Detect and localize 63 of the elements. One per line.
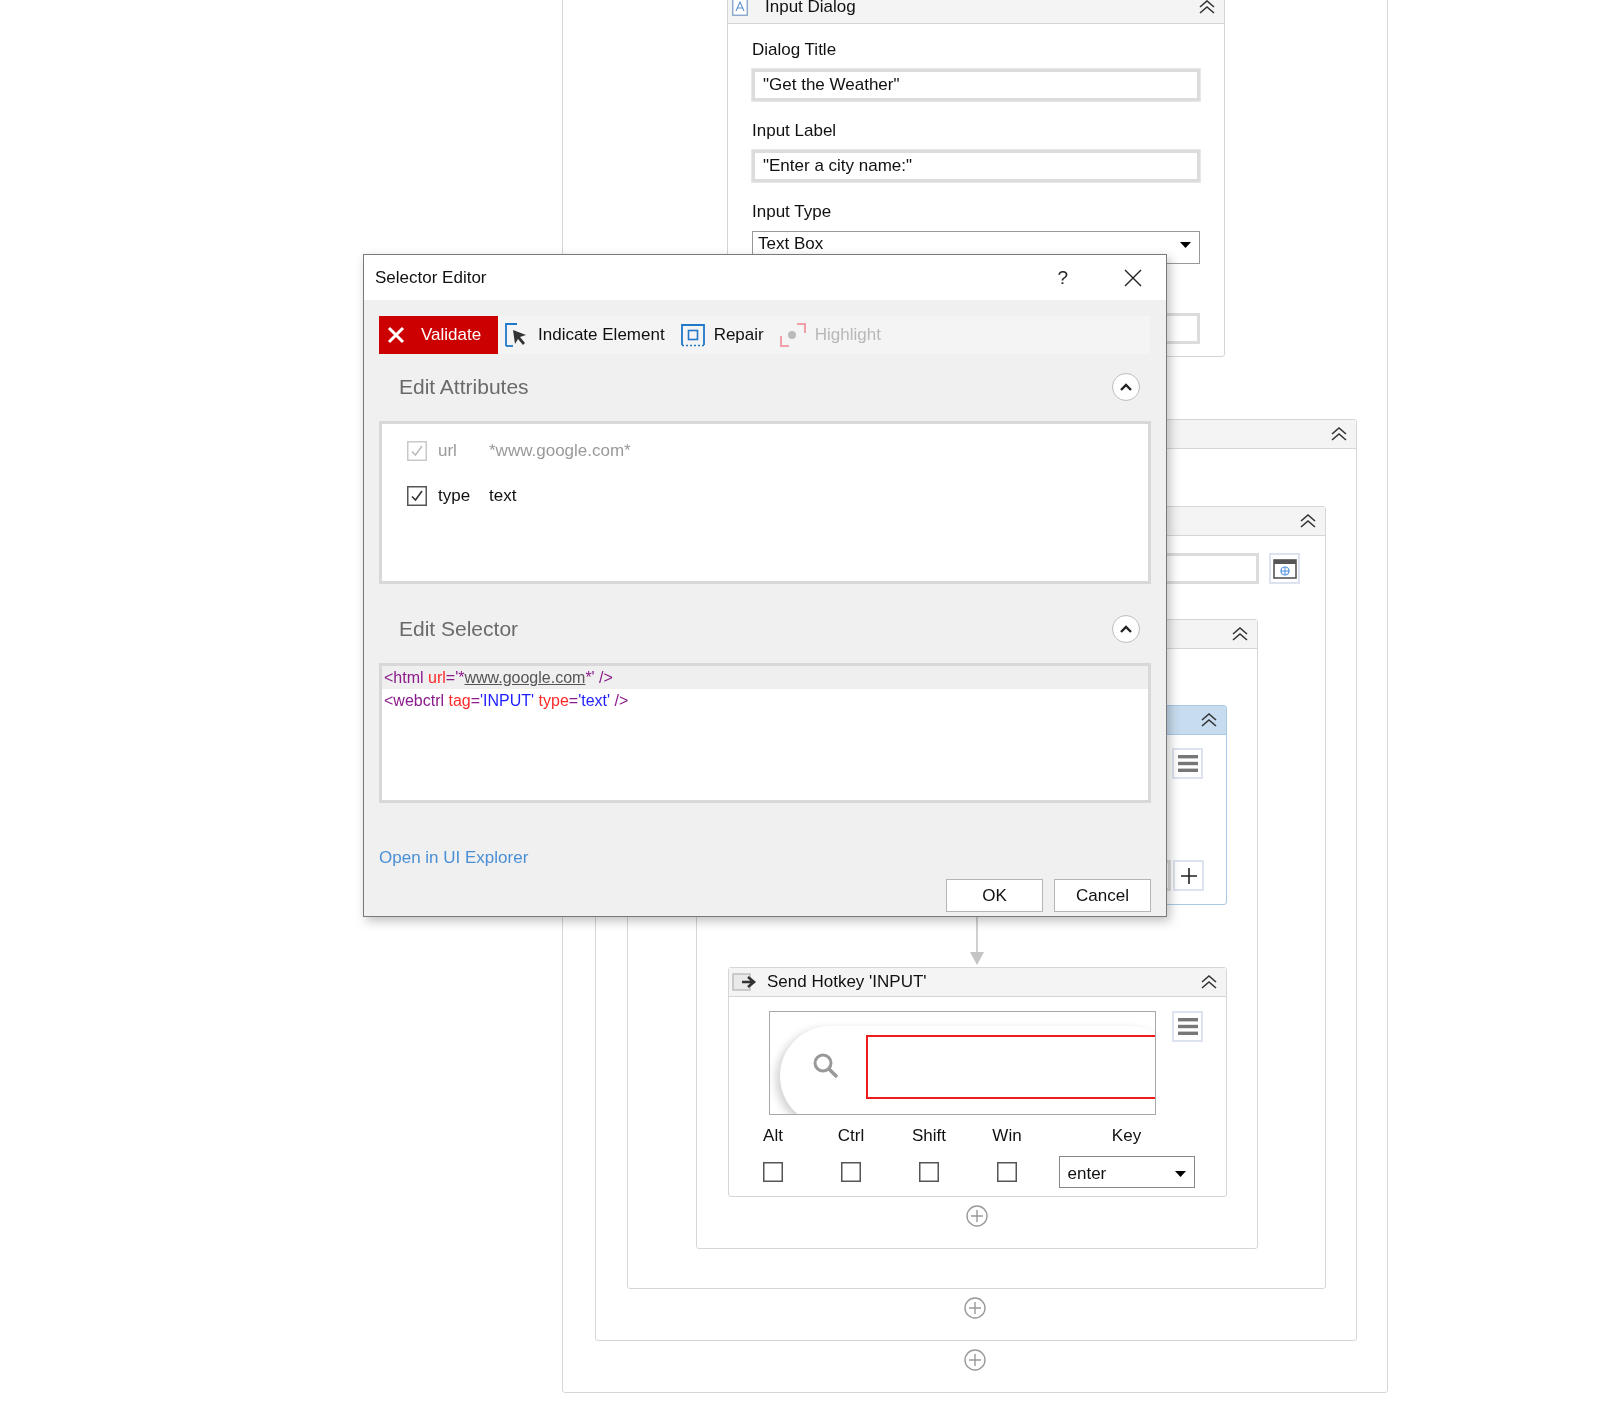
collapse-icon[interactable] bbox=[1200, 712, 1218, 728]
field-label: Input Label bbox=[752, 121, 838, 141]
add-button[interactable] bbox=[1173, 860, 1204, 891]
collapse-icon[interactable] bbox=[1299, 513, 1317, 529]
menu-button[interactable] bbox=[1172, 1011, 1203, 1042]
chevron-up-icon bbox=[1120, 383, 1132, 391]
menu-icon bbox=[1177, 1018, 1198, 1035]
collapse-icon[interactable] bbox=[1200, 974, 1218, 990]
dialog-button[interactable]: Cancel bbox=[1054, 879, 1151, 912]
selector-line: <webctrl tag='INPUT' type='text' /> bbox=[383, 691, 630, 711]
connector-arrow bbox=[970, 917, 984, 965]
add-icon[interactable] bbox=[966, 1205, 988, 1227]
selector-editor-box[interactable]: <html url='*www.google.com*' /> <webctrl tag='INPUT' type='text' /> bbox=[379, 663, 1151, 803]
toolbar-button[interactable]: Repair bbox=[680, 316, 764, 354]
checkbox[interactable] bbox=[997, 1162, 1017, 1182]
caret-icon bbox=[1180, 242, 1191, 248]
dialog-title: Selector Editor bbox=[375, 267, 488, 288]
close-icon bbox=[387, 326, 405, 344]
validate-button[interactable]: Validate bbox=[379, 316, 498, 354]
browser-button[interactable] bbox=[1269, 553, 1300, 584]
plus-icon bbox=[1180, 867, 1197, 884]
attribute-value: *www.google.com* bbox=[489, 441, 631, 461]
activity-title: Input Dialog bbox=[765, 0, 857, 17]
checkbox[interactable] bbox=[919, 1162, 939, 1182]
attribute-value: text bbox=[489, 486, 517, 506]
close-icon[interactable] bbox=[1124, 268, 1142, 287]
checkbox[interactable] bbox=[407, 486, 427, 506]
key-label: Key bbox=[1111, 1126, 1142, 1146]
checkbox[interactable] bbox=[841, 1162, 861, 1182]
modifier-label: Alt bbox=[763, 1126, 783, 1146]
dialog-button[interactable]: OK bbox=[946, 879, 1043, 912]
toolbar-button[interactable]: Indicate Element bbox=[505, 316, 665, 354]
modifier-label: Ctrl bbox=[837, 1126, 865, 1146]
field-label: Dialog Title bbox=[752, 40, 838, 60]
collapse-icon[interactable] bbox=[1198, 0, 1216, 15]
help-button[interactable]: ? bbox=[1057, 266, 1068, 289]
attribute-name: url bbox=[438, 441, 458, 461]
activity-title: Send Hotkey 'INPUT' bbox=[767, 972, 928, 992]
search-icon bbox=[812, 1052, 840, 1080]
modifier-label: Shift bbox=[912, 1126, 946, 1146]
collapse-icon[interactable] bbox=[1231, 626, 1249, 642]
checkbox[interactable] bbox=[763, 1162, 783, 1182]
section-title: Edit Attributes bbox=[399, 375, 529, 399]
menu-button[interactable] bbox=[1172, 748, 1203, 779]
chevron-up-icon bbox=[1120, 625, 1132, 633]
attribute-name: type bbox=[438, 486, 472, 506]
key-dropdown[interactable]: enter bbox=[1058, 1156, 1195, 1188]
menu-icon bbox=[1177, 755, 1198, 772]
collapse-button[interactable] bbox=[1112, 615, 1140, 643]
section-title: Edit Selector bbox=[399, 617, 519, 641]
modifier-label: Win bbox=[992, 1126, 1022, 1146]
add-icon[interactable] bbox=[964, 1297, 986, 1319]
text-field[interactable]: "Get the Weather" bbox=[752, 69, 1200, 101]
collapse-icon[interactable] bbox=[1330, 426, 1348, 442]
browser-window-icon bbox=[1272, 558, 1297, 579]
collapse-button[interactable] bbox=[1112, 373, 1140, 401]
send-arrow-icon bbox=[732, 972, 758, 992]
field-label: Input Type bbox=[752, 202, 833, 222]
highlight-icon bbox=[779, 323, 806, 347]
caret-icon bbox=[1174, 1170, 1186, 1177]
text-field[interactable]: "Enter a city name:" bbox=[752, 150, 1200, 182]
frame-icon bbox=[680, 323, 705, 347]
add-icon[interactable] bbox=[964, 1349, 986, 1371]
